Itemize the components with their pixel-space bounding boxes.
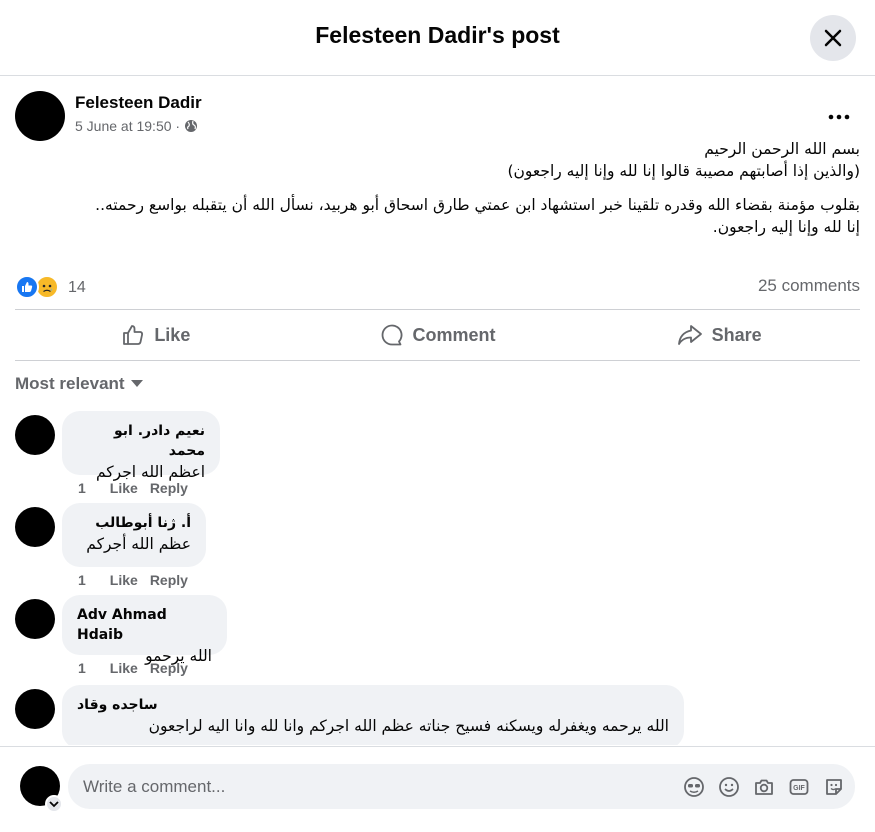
post-paragraph: بقلوب مؤمنة بقضاء الله وقدره تلقينا خبر …	[95, 196, 860, 214]
comment-like-button[interactable]: Like	[110, 480, 138, 496]
gif-button[interactable]: GIF	[787, 775, 810, 798]
svg-text:GIF: GIF	[793, 785, 805, 792]
comment-button[interactable]: Comment	[297, 310, 579, 360]
comment-reply-button[interactable]: Reply	[150, 660, 188, 676]
like-button[interactable]: Like	[15, 310, 297, 360]
comment-like-button[interactable]: Like	[110, 660, 138, 676]
close-button[interactable]	[810, 15, 856, 61]
caret-down-icon	[130, 380, 143, 387]
sort-label: Most relevant	[15, 374, 125, 393]
like-label: Like	[154, 324, 191, 345]
comment-actions: 1 Like Reply	[78, 660, 212, 676]
comment-sort-dropdown[interactable]: Most relevant	[15, 374, 143, 394]
comment-like-count[interactable]: 1	[78, 572, 86, 588]
emoji-icon	[718, 776, 739, 797]
comment-avatar[interactable]	[15, 689, 55, 729]
comment-input[interactable]: Write a comment... GIF	[68, 764, 855, 809]
comment-like-count[interactable]: 1	[78, 480, 86, 496]
comment-input-placeholder: Write a comment...	[83, 777, 226, 796]
post-timestamp[interactable]: 5 June at 19:50 ·	[75, 118, 180, 134]
share-label: Share	[711, 324, 762, 345]
chevron-down-icon	[49, 800, 59, 807]
post-actions: Like Comment Share	[15, 309, 860, 361]
like-reaction-icon	[15, 275, 39, 299]
comment-actions: 1 Like Reply	[78, 480, 212, 496]
reaction-icons[interactable]	[15, 275, 59, 299]
reactions-bar: 14 25 comments	[15, 274, 860, 302]
comment-bubble: ساجده وقاد الله يرحمه ويغفرله ويسكنه فسي…	[62, 685, 684, 745]
comments-count[interactable]: 25 comments	[758, 276, 860, 296]
more-options-button[interactable]	[828, 103, 850, 126]
comment-author[interactable]: نعيم دادر. ابو محمد	[77, 421, 205, 461]
comment-text: الله يرحمه ويغفرله ويسكنه فسيح جناته عظم…	[148, 717, 669, 735]
emoji-button[interactable]	[717, 775, 740, 798]
post-header: Felesteen Dadir 5 June at 19:50 ·	[15, 91, 860, 141]
comment-label: Comment	[412, 324, 496, 345]
gif-icon: GIF	[789, 778, 808, 795]
comment-bubble: Adv Ahmad Hdaib الله يرحمو	[62, 595, 227, 665]
post-line-verse: (والذين إذا أصابتهم مصيبة قالوا إنا لله …	[507, 162, 860, 180]
post-line-basmala: بسم الله الرحمن الرحيم	[704, 140, 860, 158]
comment-bubble: أ. ژنا أبوطالب عظم الله أجركم	[62, 503, 206, 567]
comment-avatar[interactable]	[15, 507, 55, 547]
comment-like-count[interactable]: 1	[78, 660, 86, 676]
profile-switch-button[interactable]	[45, 795, 63, 813]
comment-bubble: نعيم دادر. ابو محمد اعظم الله اجركم	[62, 411, 220, 481]
comment-author[interactable]: أ. ژنا أبوطالب	[77, 513, 191, 533]
comment-author[interactable]: Adv Ahmad Hdaib	[77, 605, 212, 645]
post-author[interactable]: Felesteen Dadir	[75, 93, 202, 113]
more-dots-icon	[828, 114, 850, 120]
comment-author[interactable]: ساجده وقاد	[77, 695, 669, 715]
author-avatar[interactable]	[15, 91, 65, 141]
thumbs-up-icon	[123, 325, 144, 345]
post-body: بسم الله الرحمن الرحيم (والذين إذا أصابت…	[15, 138, 860, 250]
share-button[interactable]: Share	[578, 310, 860, 360]
comments-list: نعيم دادر. ابو محمد اعظم الله اجركم 1 Li…	[15, 411, 860, 745]
avatar-sticker-button[interactable]	[682, 775, 705, 798]
comment-like-button[interactable]: Like	[110, 572, 138, 588]
post-closing: إنا لله وإنا إليه راجعون.	[712, 218, 860, 236]
reaction-count[interactable]: 14	[68, 279, 86, 297]
dialog-title: Felesteen Dadir's post	[315, 22, 560, 48]
composer-tools: GIF	[682, 775, 845, 798]
sticker-button[interactable]	[822, 775, 845, 798]
sticker-icon	[825, 778, 842, 795]
globe-icon[interactable]	[184, 119, 198, 133]
comment-text: عظم الله أجركم	[86, 535, 191, 553]
avatar-sticker-icon	[683, 776, 704, 797]
comment-reply-button[interactable]: Reply	[150, 480, 188, 496]
comment-icon	[381, 324, 402, 346]
comment-composer: Write a comment... GIF	[0, 746, 875, 832]
share-icon	[677, 325, 702, 345]
close-icon	[824, 29, 842, 47]
comment-actions: 1 Like Reply	[78, 572, 212, 588]
camera-button[interactable]	[752, 775, 775, 798]
post-meta: 5 June at 19:50 ·	[75, 118, 198, 134]
comment-reply-button[interactable]: Reply	[150, 572, 188, 588]
dialog-header: Felesteen Dadir's post	[0, 0, 875, 76]
comment-avatar[interactable]	[15, 415, 55, 455]
comment-avatar[interactable]	[15, 599, 55, 639]
camera-icon	[754, 779, 773, 795]
